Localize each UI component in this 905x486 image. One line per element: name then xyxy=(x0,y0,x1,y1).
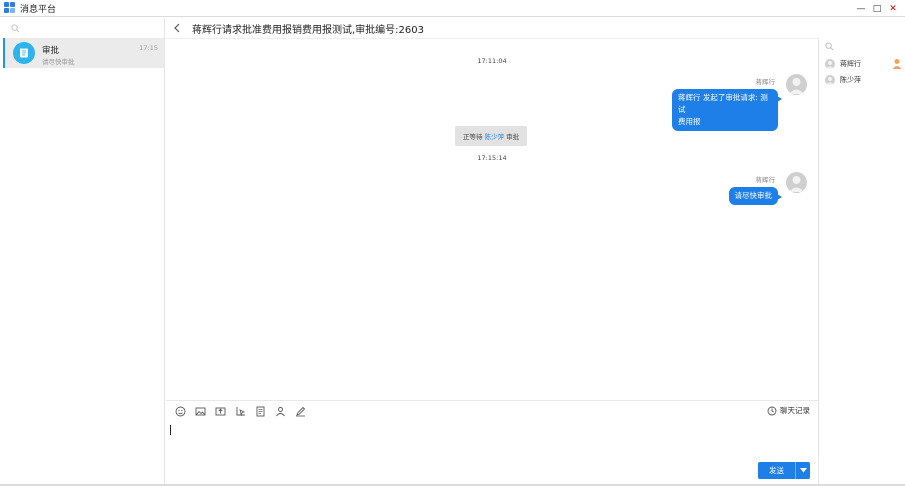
member-panel: 蒋辉行 陈少萍 xyxy=(818,38,904,484)
document-icon[interactable] xyxy=(254,405,266,417)
member-item[interactable]: 陈少萍 xyxy=(825,74,905,86)
window-controls: — □ ✕ xyxy=(853,0,901,17)
avatar xyxy=(786,74,807,95)
clock-icon xyxy=(767,406,777,415)
member-avatar xyxy=(825,59,835,69)
send-button[interactable]: 发送 xyxy=(758,462,795,479)
title-bar: 消息平台 — □ ✕ xyxy=(0,0,905,17)
message-input-area: 聊天记录 发送 xyxy=(166,400,818,484)
message-line: 费用报 xyxy=(678,117,701,126)
message-bubble: 请尽快审批 xyxy=(728,187,782,205)
search-icon xyxy=(11,23,20,32)
send-options-dropdown[interactable] xyxy=(795,462,810,479)
screenshot-icon[interactable] xyxy=(234,405,246,417)
avatar xyxy=(786,172,807,193)
approval-icon xyxy=(13,42,35,64)
member-name: 陈少萍 xyxy=(840,76,861,84)
message-line: 请尽快审批 xyxy=(734,191,773,200)
contact-card-icon[interactable] xyxy=(274,405,286,417)
message-line: 蒋辉行 发起了审批请求: 测试 xyxy=(678,93,768,114)
app-logo-icon xyxy=(4,2,16,14)
member-name: 蒋辉行 xyxy=(840,60,861,68)
conversation-preview: 请尽快审批 xyxy=(42,58,75,66)
member-avatar xyxy=(825,75,835,85)
message-bubble: 蒋辉行 发起了审批请求: 测试 费用报 xyxy=(672,89,782,131)
close-button[interactable]: ✕ xyxy=(885,0,901,17)
sender-name: 蒋辉行 xyxy=(755,176,776,184)
text-input-caret[interactable] xyxy=(170,425,171,435)
send-button-group: 发送 xyxy=(758,462,810,479)
notice-suffix: 审批 xyxy=(504,133,520,141)
message-timestamp: 17:11:04 xyxy=(477,57,507,65)
input-toolbar xyxy=(174,405,314,417)
chat-header: 蒋辉行请求批准费用报销费用报测试,审批编号:2603 xyxy=(166,18,818,39)
upload-icon[interactable] xyxy=(214,405,226,417)
message-list: 17:11:04 蒋辉行 蒋辉行 发起了审批请求: 测试 费用报 正等待 陈少萍… xyxy=(166,40,818,400)
notice-approver[interactable]: 陈少萍 xyxy=(485,133,505,141)
conversation-search[interactable] xyxy=(3,18,164,38)
sign-icon[interactable] xyxy=(294,405,306,417)
back-arrow-icon[interactable] xyxy=(171,22,183,34)
search-icon xyxy=(825,41,834,50)
chat-history-button[interactable]: 聊天记录 xyxy=(767,405,810,416)
sender-name: 蒋辉行 xyxy=(755,78,776,86)
window-title: 消息平台 xyxy=(20,4,57,15)
notice-prefix: 正等待 xyxy=(463,133,485,141)
member-item[interactable]: 蒋辉行 xyxy=(825,58,905,70)
conversation-name: 审批 xyxy=(42,46,60,56)
emoji-icon[interactable] xyxy=(174,405,186,417)
chat-history-label: 聊天记录 xyxy=(780,406,810,415)
conversation-item-approval[interactable]: 审批 请尽快审批 17:15 xyxy=(3,38,164,68)
conversation-list-panel: 审批 请尽快审批 17:15 xyxy=(3,18,165,484)
conversation-time: 17:15 xyxy=(139,44,158,52)
approval-notice: 正等待 陈少萍 审批 xyxy=(455,126,528,146)
minimize-button[interactable]: — xyxy=(853,0,869,17)
image-icon[interactable] xyxy=(194,405,206,417)
admin-user-icon xyxy=(892,59,902,69)
chevron-down-icon xyxy=(799,468,807,473)
maximize-button[interactable]: □ xyxy=(869,0,885,17)
chat-title: 蒋辉行请求批准费用报销费用报测试,审批编号:2603 xyxy=(192,24,424,36)
member-search[interactable] xyxy=(819,38,904,54)
message-timestamp: 17:15:14 xyxy=(477,154,507,162)
